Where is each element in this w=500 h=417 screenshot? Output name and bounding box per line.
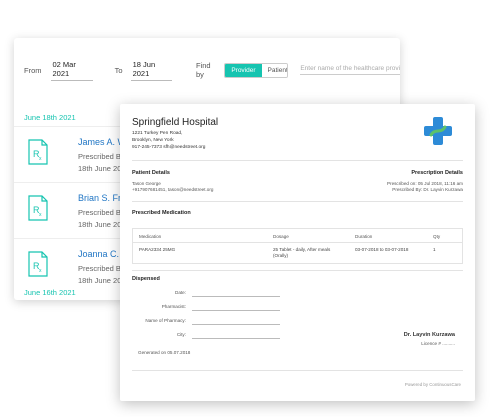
dosage-route-cell: (Orally) (273, 253, 289, 258)
divider (132, 201, 463, 202)
prescribed-date-text: 18th June 20 (78, 164, 122, 173)
filter-bar: From 02 Mar 2021 To 18 Jun 2021 Find by … (14, 38, 400, 102)
to-label: To (114, 65, 123, 75)
prescribed-medication-title: Prescribed Medication (132, 210, 191, 216)
table-divider (133, 242, 462, 243)
prescribed-date-text: 18th June 20 (78, 220, 122, 229)
patient-toggle-button[interactable]: Patient (261, 63, 288, 77)
duration-header: Duration (355, 234, 373, 239)
rx-document-icon: R x (28, 195, 48, 221)
findby-label: Find by (196, 61, 211, 79)
prescription-details-title: Prescription Details (411, 170, 463, 176)
date-group-label: June 18th 2021 (24, 113, 76, 122)
qty-header: Qty (433, 234, 441, 239)
city-label: City: (176, 332, 186, 337)
rx-document-icon: R x (28, 139, 48, 165)
provider-toggle-button[interactable]: Provider (225, 63, 262, 77)
provider-search-input[interactable]: Enter name of the healthcare provider... (300, 65, 400, 75)
pharmacist-label: Pharmacist: (161, 304, 186, 309)
medication-table: Medication Dosage Duration Qty PARA2334 … (132, 228, 463, 264)
prescribed-by: Prescribed By: Dr. Layvin Kurzawa (392, 187, 463, 192)
generated-on: Generated on 05.07.2018 (138, 350, 191, 355)
medication-header: Medication (139, 234, 162, 239)
patient-name-link[interactable]: James A. W (78, 137, 126, 147)
prescribed-by-text: Prescribed By (78, 152, 125, 161)
hospital-address-line1: 1221 Turkey Pen Road, (132, 131, 183, 136)
licence-number: Licence # .......... (421, 341, 455, 346)
prescribed-on: Prescribed on: 05 Jul 2018, 11:16 am (386, 181, 463, 186)
svg-text:x: x (39, 156, 42, 162)
hospital-name: Springfield Hospital (132, 117, 219, 128)
date-group-label: June 16th 2021 (24, 288, 76, 297)
pharmacy-name-label: Name of Pharmacy: (145, 318, 186, 323)
dosage-cell: 25 Tablet - daily, After meals (273, 247, 331, 252)
patient-contact: +917907681451, tason@needstreet.org (132, 187, 214, 192)
dispensed-date-line (192, 296, 280, 297)
hospital-contact: 917-245-7373 sfh@needstreet.org (132, 145, 206, 150)
medical-cross-logo-icon (424, 117, 452, 145)
rx-document-icon: R x (28, 251, 48, 277)
svg-text:x: x (39, 212, 42, 218)
divider (132, 160, 463, 161)
from-label: From (24, 65, 42, 75)
medication-cell: PARA2334 25MG (139, 247, 176, 252)
prescribed-date-text: 18th June 20 (78, 276, 122, 285)
divider (132, 270, 463, 271)
pharmacist-line (192, 310, 280, 311)
prescribed-by-text: Prescribed By (78, 264, 125, 273)
patient-name: Tason George (132, 181, 161, 186)
divider (132, 370, 463, 371)
from-date-field[interactable]: 02 Mar 2021 (50, 60, 93, 81)
powered-by: Powered by ContinuousCare (404, 382, 461, 387)
prescribed-by-text: Prescribed By (78, 208, 125, 217)
dispensed-title: Dispensed (132, 276, 160, 282)
hospital-address-line2: Brooklyn, New York (132, 138, 174, 143)
findby-toggle: Provider Patient (224, 62, 289, 78)
svg-text:x: x (39, 268, 42, 274)
city-line (192, 338, 280, 339)
prescription-document: Springfield Hospital 1221 Turkey Pen Roa… (120, 104, 475, 401)
qty-cell: 1 (433, 247, 436, 252)
pharmacy-name-line (192, 324, 280, 325)
to-date-field[interactable]: 18 Jun 2021 (130, 60, 173, 81)
patient-details-title: Patient Details (132, 170, 170, 176)
dosage-header: Dosage (273, 234, 289, 239)
dispensed-date-label: Date: (175, 290, 186, 295)
doctor-name: Dr. Layvin Kurzawa (403, 332, 455, 338)
duration-cell: 03-07-2018 to 03-07-2018 (355, 247, 409, 252)
